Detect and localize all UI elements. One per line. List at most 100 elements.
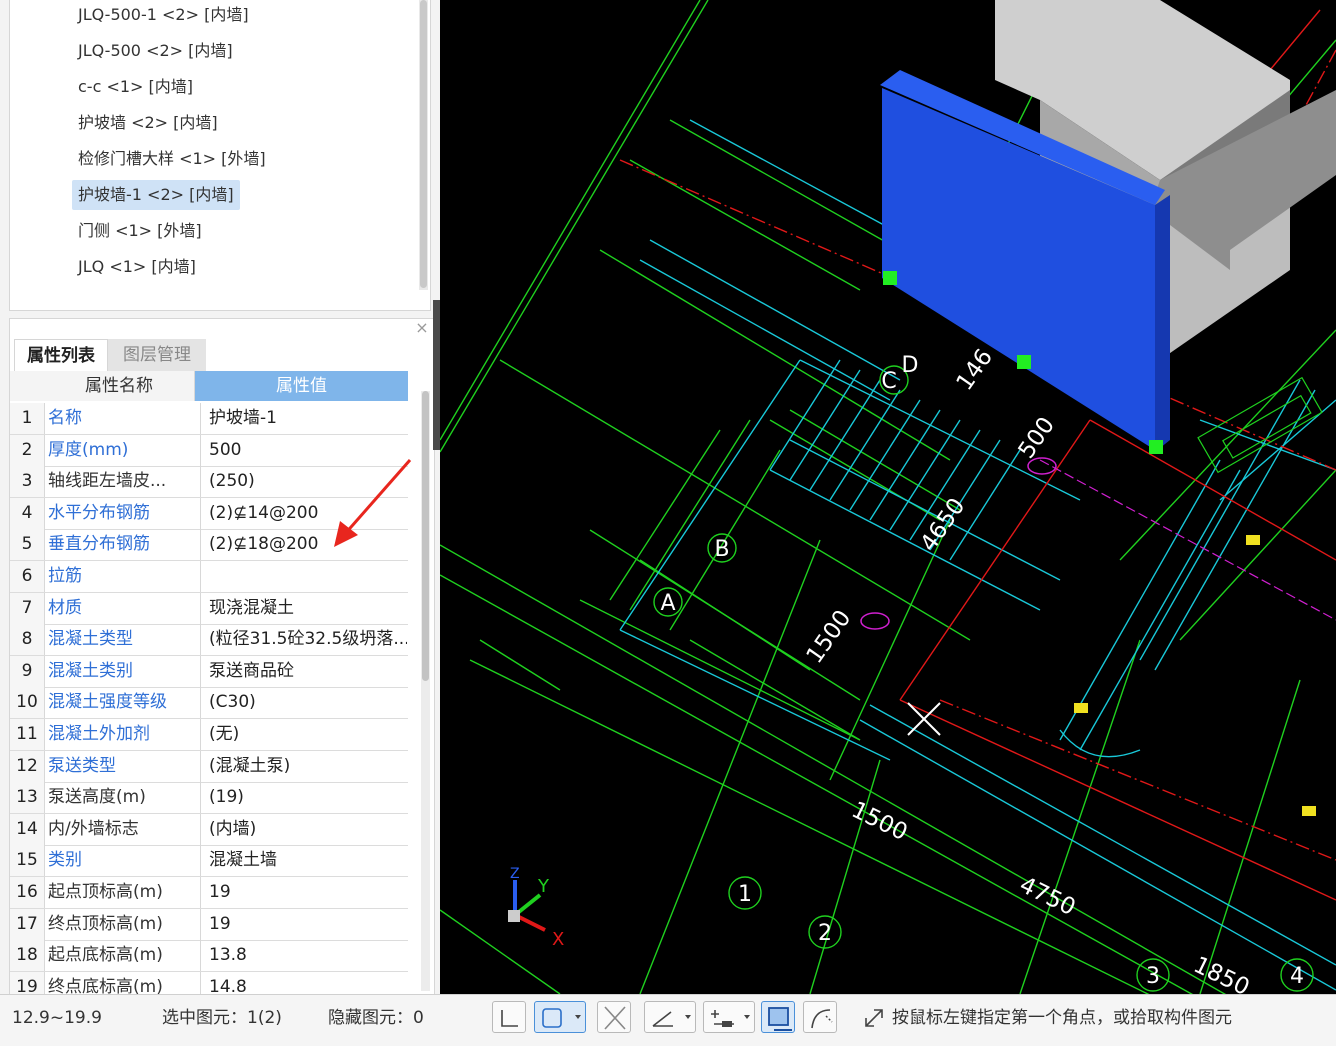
property-name: 泵送类型 [48,755,116,776]
row-index: 10 [10,687,45,719]
property-value-text: (混凝土泵) [209,755,291,776]
property-value[interactable] [200,561,407,592]
property-value[interactable]: (19) [200,782,407,814]
property-name: 厚度(mm) [48,439,129,460]
row-index: 4 [10,497,45,529]
property-value-text: (2)⊈18@200 [209,534,319,555]
property-name: 混凝土外加剂 [48,724,150,744]
table-row[interactable]: 14 内/外墙标志 (内墙) [10,813,408,846]
property-value[interactable]: 13.8 [200,940,407,972]
dynamic-input-icon [768,1007,792,1031]
property-value[interactable]: (无) [200,719,407,750]
dim-1850: 1850 [1189,952,1253,994]
close-icon[interactable]: × [414,319,430,337]
cross-icon [604,1006,626,1030]
tree-item[interactable]: 护坡墙 <2> [内墙] [72,108,224,138]
axis-label-1: 1 [738,882,752,907]
angle-button[interactable] [644,1001,696,1033]
wall-3d-model[interactable] [880,0,1336,452]
table-row[interactable]: 11 混凝土外加剂 (无) [10,719,408,751]
table-row[interactable]: 12 泵送类型 (混凝土泵) [10,750,408,783]
arc-button[interactable] [803,1001,837,1033]
property-value[interactable]: 19 [200,877,407,908]
table-row[interactable]: 13 泵送高度(m) (19) [10,782,408,815]
dimension-texts: 146 500 4650 1500 1500 4750 1850 [802,345,1254,994]
table-row[interactable]: 15 类别 混凝土墙 [10,845,408,878]
gizmo-z: Z [510,866,520,882]
property-panel: × 属性列表 图层管理 属性名称 属性值 1 名称 护坡墙-1 2 厚度(mm) 500 3… [9,318,435,1004]
table-row[interactable]: 7 材质 现浇混凝土 [10,592,408,625]
chevron-down-icon [744,1015,750,1019]
cross-button[interactable] [597,1001,631,1033]
property-name: 混凝土类别 [48,660,133,681]
table-row[interactable]: 6 拉筋 [10,561,408,593]
gizmo-y: Y [537,876,550,897]
tree-item[interactable]: JLQ-500 <2> [内墙] [72,36,239,66]
table-row[interactable]: 8 混凝土类型 (粒径31.5砼32.5级坍落... [10,624,408,657]
row-index: 12 [10,750,45,782]
axis-label-2: 2 [818,921,832,946]
table-row[interactable]: 16 起点顶标高(m) 19 [10,877,408,909]
property-value-text: (2)⊈14@200 [209,502,319,523]
property-value[interactable]: 泵送商品砼 [200,655,407,687]
property-name: 终点顶标高(m) [48,913,163,934]
table-row[interactable]: 17 终点顶标高(m) 19 [10,908,408,941]
table-row[interactable]: 10 混凝土强度等级 (C30) [10,687,408,720]
tree-item[interactable]: 护坡墙-1 <2> [内墙] [72,180,240,210]
property-name: 材质 [48,597,82,618]
tree-item[interactable]: c-c <1> [内墙] [72,72,199,102]
tree-item[interactable]: JLQ-500-1 <2> [内墙] [72,0,255,30]
property-value[interactable]: (混凝土泵) [200,750,407,782]
property-value-text [201,566,209,586]
elevation-range: 12.9~19.9 [12,1008,102,1028]
panel-splitter[interactable] [433,300,440,450]
yellow-markers [1074,535,1316,816]
property-value-text: 19 [209,882,231,902]
property-value[interactable]: 混凝土墙 [200,845,407,877]
arc-icon [811,1009,833,1029]
tab-property-list[interactable]: 属性列表 [14,339,108,372]
property-value[interactable]: (粒径31.5砼32.5级坍落... [200,624,407,656]
tab-layer-management[interactable]: 图层管理 [108,339,206,371]
table-row[interactable]: 1 名称 护坡墙-1 [10,403,408,435]
property-name: 起点顶标高(m) [48,882,163,902]
property-name-header: 属性名称 [44,371,195,401]
tree-scrollbar[interactable] [419,0,428,290]
property-value[interactable]: 护坡墙-1 [200,403,407,434]
tree-item[interactable]: JLQ <1> [内墙] [72,252,202,282]
ortho-button[interactable] [492,1001,526,1033]
gizmo-x: X [552,929,564,950]
row-index: 7 [10,592,45,624]
table-header: 属性名称 属性值 [10,371,408,401]
tree-item[interactable]: 门侧 <1> [外墙] [72,216,208,246]
property-name: 拉筋 [48,566,82,586]
property-value-text: 混凝土墙 [209,850,277,871]
property-value[interactable]: 19 [200,908,407,940]
table-row[interactable]: 9 混凝土类别 泵送商品砼 [10,655,408,688]
command-hint: 按鼠标左键指定第一个角点，或拾取构件图元 [892,1008,1232,1028]
row-index: 8 [10,624,45,656]
property-value[interactable]: (内墙) [200,813,407,845]
3d-viewport[interactable]: A B C D 1 2 3 4 146 500 4650 1500 1500 4… [440,0,1336,994]
dim-500: 500 [1014,413,1060,464]
property-scrollbar-thumb[interactable] [422,391,429,681]
property-name: 泵送高度(m) [48,787,146,808]
cad-drawing[interactable]: A B C D 1 2 3 4 146 500 4650 1500 1500 4… [440,0,1336,994]
axis-label-c: C [881,369,896,394]
property-value[interactable]: (C30) [200,687,407,719]
property-scrollbar[interactable] [421,391,430,991]
axis-label-a: A [660,591,675,616]
cursor-cross [907,702,941,736]
red-annotation-arrow [334,459,412,547]
snap-box-button[interactable] [534,1001,586,1033]
tree-scrollbar-thumb[interactable] [420,0,427,288]
tree-item[interactable]: 检修门槽大样 <1> [外墙] [72,144,272,174]
row-index: 5 [10,529,45,561]
row-index: 18 [10,940,45,972]
property-value[interactable]: 现浇混凝土 [200,592,407,624]
property-name: 名称 [48,408,82,428]
offset-button[interactable] [703,1001,755,1033]
dynamic-input-button[interactable] [761,1001,795,1033]
property-value-text: 泵送商品砼 [209,660,294,681]
table-row[interactable]: 18 起点底标高(m) 13.8 [10,940,408,973]
